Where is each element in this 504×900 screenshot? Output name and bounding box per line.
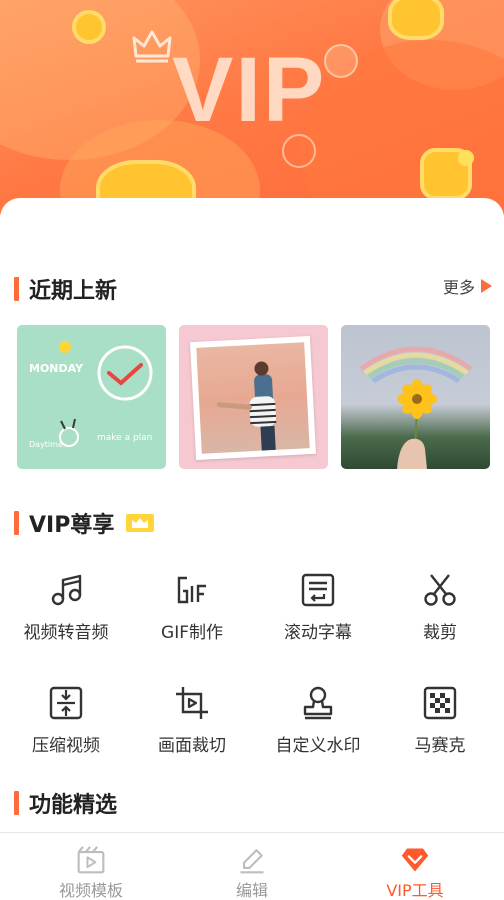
- edit-pencil-icon: [240, 849, 264, 874]
- plan-text: make a plan: [97, 433, 153, 443]
- more-button[interactable]: 更多: [443, 274, 492, 298]
- vip-section-header: VIP尊享: [14, 507, 155, 539]
- rainbow-flower-illustration: [359, 346, 473, 469]
- template-thumbnail-couple[interactable]: [179, 325, 328, 469]
- template-thumbnail-monday[interactable]: MONDAY make a plan Daytime: [17, 325, 166, 469]
- section-accent-bar: [14, 277, 19, 301]
- more-label: 更多: [442, 278, 475, 297]
- features-section-header: 功能精选: [14, 787, 117, 819]
- section-title-features: 功能精选: [29, 793, 118, 818]
- daytime-text: Daytime: [29, 440, 63, 449]
- compress-icon: [49, 686, 83, 720]
- crop-frame-icon: [176, 687, 208, 719]
- tool-compress-video[interactable]: 压缩视频: [3, 685, 129, 765]
- nav-label: VIP工具: [386, 881, 444, 900]
- crown-icon: [132, 518, 149, 528]
- crown-icon: [132, 30, 172, 63]
- tool-gif-maker[interactable]: GIF制作: [129, 572, 255, 652]
- tool-label: 自定义水印: [275, 736, 361, 756]
- nav-tab-vip-tools[interactable]: VIP工具: [331, 833, 499, 900]
- tool-label: 马赛克: [414, 736, 466, 756]
- tool-label: 压缩视频: [32, 736, 100, 756]
- vip-gem-icon: [401, 848, 429, 872]
- bubble-decoration: [324, 44, 358, 78]
- couple-photo: [196, 342, 310, 454]
- monday-text: MONDAY: [29, 362, 84, 375]
- tool-label: 画面裁切: [158, 736, 226, 756]
- play-arrow-icon: [481, 279, 492, 293]
- tool-label: 视频转音频: [23, 623, 109, 643]
- recent-section-header: 近期上新: [14, 273, 117, 305]
- tool-custom-watermark[interactable]: 自定义水印: [255, 685, 381, 765]
- tool-scroll-subtitle[interactable]: 滚动字幕: [255, 572, 381, 652]
- tool-crop-frame[interactable]: 画面裁切: [129, 685, 255, 765]
- bottom-navigation: 视频模板 编辑 VIP工具: [0, 832, 504, 900]
- scissors-icon: [424, 574, 456, 606]
- gif-icon: [177, 576, 206, 604]
- template-thumbnail-rainbow[interactable]: [341, 325, 490, 469]
- section-title-recent: 近期上新: [29, 279, 118, 304]
- nav-label: 编辑: [235, 881, 268, 900]
- nav-tab-edit[interactable]: 编辑: [168, 833, 336, 900]
- vip-crown-badge: [126, 514, 155, 532]
- photo-frame: [189, 335, 317, 461]
- tool-label: 裁剪: [423, 623, 457, 643]
- coin-icon: [388, 0, 444, 40]
- mosaic-icon: [423, 686, 457, 720]
- nav-label: 视频模板: [58, 881, 123, 900]
- section-accent-bar: [14, 791, 19, 815]
- vip-banner: VIP: [0, 0, 504, 215]
- tool-cut[interactable]: 裁剪: [377, 572, 503, 652]
- stamp-icon: [303, 686, 333, 720]
- video-template-icon: [77, 846, 105, 874]
- tool-label: 滚动字幕: [284, 623, 352, 643]
- coin-icon: [72, 10, 106, 44]
- yellow-dot: [458, 150, 474, 166]
- section-accent-bar: [14, 511, 19, 535]
- nav-tab-video-template[interactable]: 视频模板: [7, 833, 175, 900]
- tool-mosaic[interactable]: 马赛克: [377, 685, 503, 765]
- music-note-icon: [51, 574, 82, 606]
- section-title-vip: VIP尊享: [29, 513, 115, 538]
- tool-video-to-audio[interactable]: 视频转音频: [3, 572, 129, 652]
- banner-title: VIP: [172, 39, 327, 141]
- scroll-subtitle-icon: [301, 573, 335, 607]
- tool-label: GIF制作: [161, 623, 223, 643]
